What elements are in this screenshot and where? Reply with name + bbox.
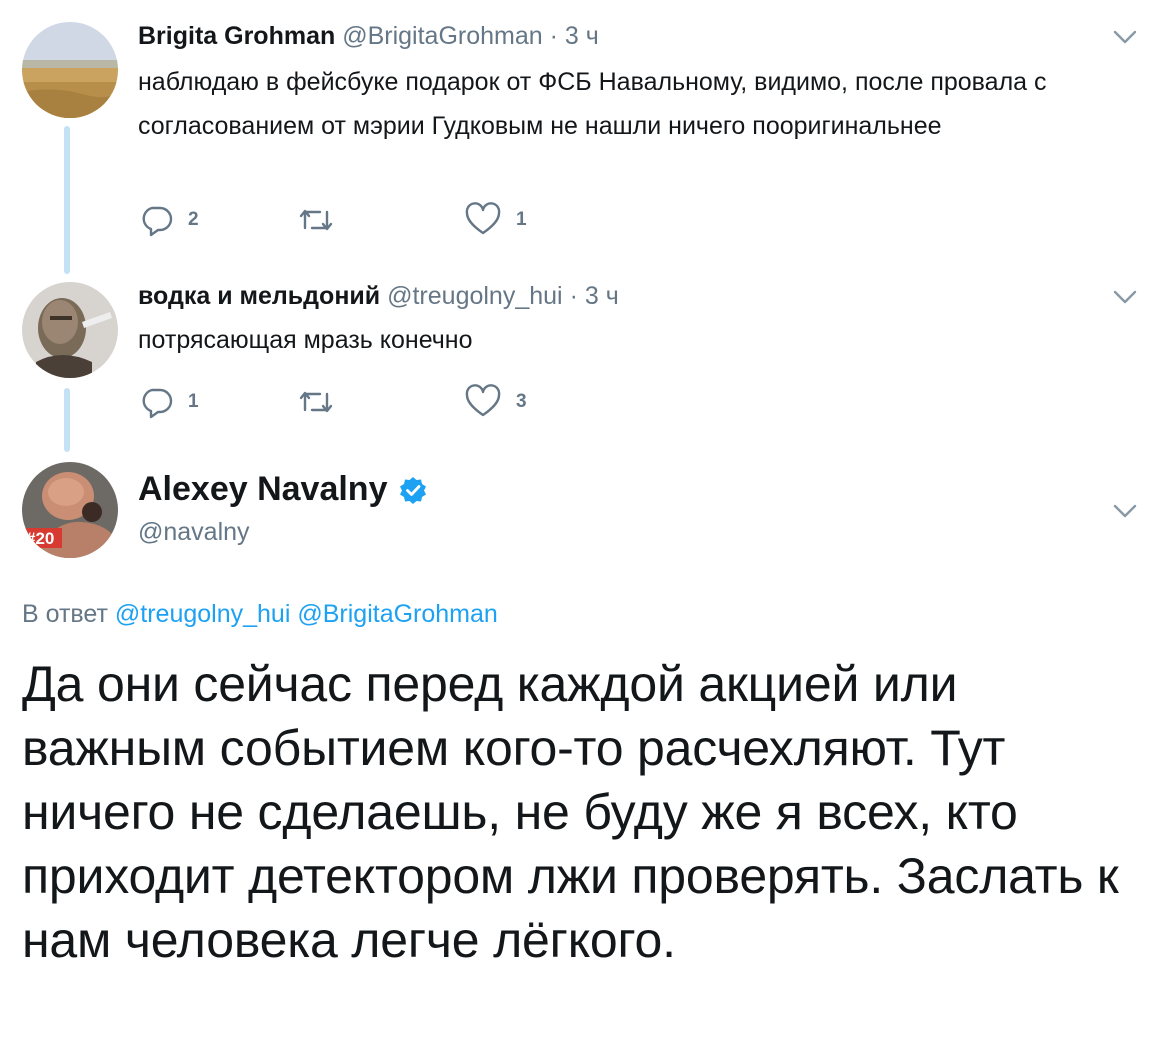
retweet-button[interactable]: [296, 202, 336, 238]
retweet-icon: [296, 202, 336, 238]
like-count: 3: [516, 391, 527, 412]
author-name[interactable]: Alexey Navalny: [138, 470, 388, 509]
chevron-down-icon[interactable]: [1110, 22, 1140, 52]
author-name-row: Alexey Navalny: [138, 470, 428, 509]
reply-count: 1: [188, 391, 199, 412]
separator-dot: ·: [549, 22, 558, 50]
tweet-text: наблюдаю в фейсбуке подарок от ФСБ Навал…: [138, 68, 1047, 140]
reply-button[interactable]: 1: [138, 384, 199, 420]
reply-prefix: В ответ: [22, 600, 108, 628]
avatar[interactable]: [22, 22, 118, 118]
like-button[interactable]: 1: [464, 202, 527, 238]
like-button[interactable]: 3: [464, 384, 527, 420]
tweet-header: Brigita Grohman @BrigitaGrohman · 3 ч: [138, 22, 599, 51]
author-handle[interactable]: @BrigitaGrohman: [342, 22, 542, 50]
chevron-down-icon[interactable]: [1110, 282, 1140, 312]
reply-count: 2: [188, 209, 199, 230]
avatar[interactable]: [22, 282, 118, 378]
tweet-actions: 1 3: [138, 384, 638, 424]
author-handle[interactable]: @navalny: [138, 518, 250, 547]
timestamp[interactable]: 3 ч: [565, 22, 599, 50]
timestamp[interactable]: 3 ч: [585, 282, 619, 310]
heart-icon: [464, 202, 502, 238]
tweet-text: Да они сейчас перед каждой акцией или ва…: [22, 656, 1119, 968]
avatar-badge: #20: [26, 529, 54, 548]
reply-icon: [138, 202, 174, 238]
retweet-icon: [296, 384, 336, 420]
tweet-thread: Brigita Grohman @BrigitaGrohman · 3 ч на…: [0, 0, 1162, 1052]
thread-line: [64, 388, 70, 452]
author-handle[interactable]: @treugolny_hui: [387, 282, 563, 310]
reply-icon: [138, 384, 174, 420]
reply-mention-link[interactable]: @treugolny_hui: [115, 600, 291, 628]
author-name[interactable]: водка и мельдоний: [138, 282, 380, 310]
retweet-button[interactable]: [296, 384, 336, 420]
reply-button[interactable]: 2: [138, 202, 199, 238]
like-count: 1: [516, 209, 527, 230]
tweet-actions: 2 1: [138, 202, 638, 242]
tweet-text: потрясающая мразь конечно: [138, 326, 473, 354]
heart-icon: [464, 384, 502, 420]
verified-badge-icon: [398, 475, 428, 505]
chevron-down-icon[interactable]: [1110, 496, 1140, 526]
thread-line: [64, 126, 70, 274]
reply-mention-link[interactable]: @BrigitaGrohman: [297, 600, 497, 628]
reply-context: В ответ @treugolny_hui @BrigitaGrohman: [22, 600, 498, 629]
separator-dot: ·: [569, 282, 578, 310]
avatar[interactable]: #20: [22, 462, 118, 558]
author-name[interactable]: Brigita Grohman: [138, 22, 335, 50]
tweet-header: водка и мельдоний @treugolny_hui · 3 ч: [138, 282, 619, 311]
